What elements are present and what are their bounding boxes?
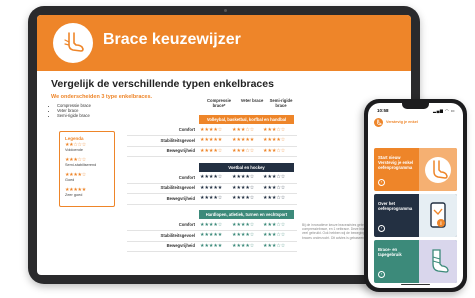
row-divider	[127, 145, 297, 147]
phone-info-icon: i	[419, 194, 457, 237]
legend-label: Zeer goed	[65, 192, 83, 197]
column-header: Compressie brace*	[207, 98, 231, 108]
phone-notch	[402, 103, 429, 109]
card-content: Over het oefenprogramma ›	[374, 194, 419, 237]
app-header: Brace keuzewijzer	[37, 15, 411, 71]
row-label: Comfort	[178, 174, 195, 180]
legend-item: ★★★★☆ Goed	[65, 173, 86, 182]
row-label: Stabiliteitsgevoel	[160, 232, 195, 238]
column-header: Veter brace	[240, 98, 264, 103]
card-label: Start nieuw Verstevig je enkel oefenprog…	[378, 155, 414, 170]
star-rating: ★★★★★	[232, 137, 255, 143]
star-rating: ★★★★☆	[232, 184, 255, 191]
card-content: Brace- en tapegebruik ›	[374, 240, 419, 283]
logo-icon	[53, 23, 93, 63]
row-label: Stabiliteitsgevoel	[160, 137, 195, 143]
star-rating: ★★★★☆	[200, 126, 223, 133]
app-title: Brace keuzewijzer	[103, 31, 241, 48]
section-header: Voetbal en hockey	[199, 162, 294, 172]
row-divider	[127, 240, 297, 242]
brace-icon	[419, 240, 457, 283]
arrow-right-icon: ›	[378, 271, 385, 278]
legend-label: Semi-stabiliserend	[65, 162, 97, 167]
phone-device: 10:58 ▂▄▆ ◠ ▭ Verstevig je enkel Start n…	[364, 99, 467, 292]
row-divider	[127, 193, 297, 194]
star-rating: ★★★★☆	[232, 242, 255, 249]
legend-label: Goed	[65, 177, 75, 182]
arrow-right-icon: ›	[378, 179, 385, 186]
star-rating: ★★★★☆	[200, 147, 223, 154]
star-rating: ★★★☆☆	[263, 174, 286, 180]
column-header: Semi-rigide brace	[269, 98, 293, 108]
phone-app-title: Verstevig je enkel	[386, 120, 418, 124]
legend: Legenda ★★☆☆☆ Voldoende ★★★☆☆ Semi-stabi…	[59, 131, 115, 207]
camera	[224, 9, 227, 12]
row-label: Stabiliteitsgevoel	[160, 185, 195, 190]
star-rating: ★★★★★	[200, 184, 223, 191]
star-rating: ★★★☆☆	[263, 126, 286, 133]
tablet-screen: Brace keuzewijzer Vergelijk de verschill…	[37, 15, 411, 275]
star-rating: ★★★☆☆	[263, 242, 286, 249]
section-header: Volleybal, basketbal, korfbal en handbal	[199, 115, 294, 124]
row-divider	[127, 203, 297, 205]
star-rating: ★★★☆☆	[263, 195, 286, 201]
star-rating: ★★★☆☆	[263, 184, 286, 191]
tablet-device: Brace keuzewijzer Vergelijk de verschill…	[28, 6, 420, 284]
phone-app-bar: Verstevig je enkel	[374, 117, 457, 127]
star-rating: ★★★☆☆	[263, 221, 286, 228]
row-divider	[127, 135, 297, 136]
legend-title: Legenda	[65, 136, 84, 141]
home-indicator	[401, 283, 430, 285]
row-label: Comfort	[178, 127, 195, 132]
brace-type-list: Compressie brace Veter brace Semi-rigide…	[51, 103, 91, 119]
about-program-card[interactable]: Over het oefenprogramma › i	[374, 194, 457, 237]
star-rating: ★★★★★	[200, 137, 223, 143]
star-rating: ★★★★☆	[200, 195, 223, 201]
star-rating: ★★★★☆	[232, 232, 255, 238]
status-time: 10:58	[377, 108, 389, 113]
start-program-card[interactable]: Start nieuw Verstevig je enkel oefenprog…	[374, 148, 457, 191]
comparison-page: Vergelijk de verschillende typen enkelbr…	[37, 71, 411, 275]
row-divider	[127, 251, 297, 252]
list-item: Semi-rigide brace	[57, 113, 91, 118]
brace-tape-card[interactable]: Brace- en tapegebruik ›	[374, 240, 457, 283]
status-icons: ▂▄▆ ◠ ▭	[433, 108, 455, 113]
star-rating: ★★★★★	[200, 242, 223, 249]
section-header: Hardlopen, atletiek, turnen en vechtspor…	[199, 210, 294, 219]
star-rating: ★★★☆☆	[263, 147, 286, 154]
card-content: Start nieuw Verstevig je enkel oefenprog…	[374, 148, 419, 191]
page-heading: Vergelijk de verschillende typen enkelbr…	[51, 78, 274, 90]
star-rating: ★★★★☆	[263, 137, 286, 143]
star-rating: ★★★☆☆	[263, 232, 286, 238]
phone-screen: 10:58 ▂▄▆ ◠ ▭ Verstevig je enkel Start n…	[368, 103, 463, 288]
row-label: Bewegvrijheid	[166, 243, 195, 248]
row-label: Comfort	[178, 222, 195, 227]
row-divider	[127, 156, 297, 157]
star-rating: ★★★☆☆	[232, 126, 255, 133]
page-subheading: We onderscheiden 3 type enkelbraces.	[51, 94, 153, 100]
arrow-right-icon: ›	[378, 225, 385, 232]
star-rating: ★★★☆☆	[232, 147, 255, 154]
star-rating: ★★★★☆	[200, 221, 223, 228]
card-label: Over het oefenprogramma	[378, 201, 413, 211]
legend-item: ★★★★★ Zeer goed	[65, 188, 86, 197]
row-divider	[127, 182, 297, 184]
legend-label: Voldoende	[65, 147, 83, 152]
star-rating: ★★★★☆	[232, 174, 255, 180]
legend-item: ★★★☆☆ Semi-stabiliserend	[65, 158, 96, 167]
star-rating: ★★★★☆	[232, 195, 255, 201]
legend-item: ★★☆☆☆ Voldoende	[65, 143, 86, 152]
star-rating: ★★★★☆	[232, 221, 255, 228]
row-label: Bewegvrijheid	[166, 195, 195, 201]
ankle-logo-icon	[374, 117, 383, 127]
row-label: Bewegvrijheid	[166, 148, 195, 153]
ankle-icon	[419, 148, 457, 191]
card-label: Brace- en tapegebruik	[378, 247, 402, 257]
row-divider	[127, 230, 297, 231]
star-rating: ★★★★☆	[200, 174, 223, 180]
star-rating: ★★★★★	[200, 232, 223, 238]
